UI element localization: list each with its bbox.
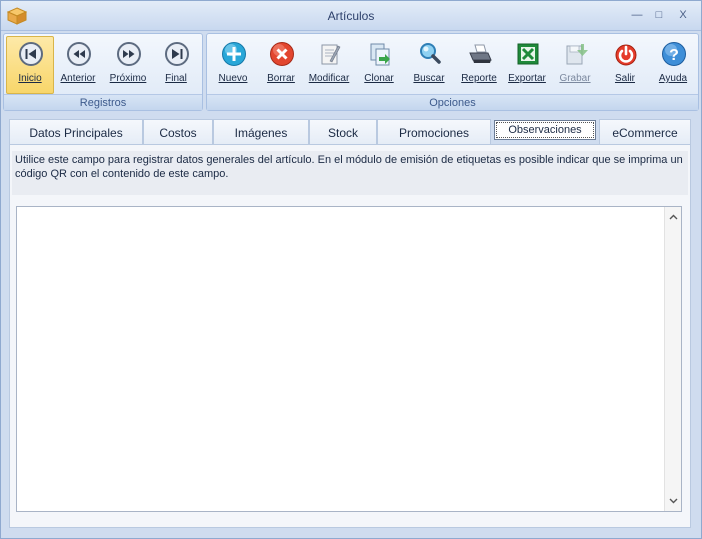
proximo-button[interactable]: Próximo <box>104 36 152 94</box>
anterior-label: Anterior <box>60 73 96 84</box>
edit-icon <box>321 44 341 65</box>
next-record-icon <box>117 42 141 66</box>
inicio-label: Inicio <box>18 73 42 84</box>
buscar-button[interactable]: Buscar <box>405 36 453 94</box>
add-icon <box>222 42 246 66</box>
final-label: Final <box>165 73 187 84</box>
reporte-label: Reporte <box>461 73 497 84</box>
modificar-label: Modificar <box>308 73 350 84</box>
observaciones-description: Utilice este campo para registrar datos … <box>12 151 688 195</box>
proximo-label: Próximo <box>109 73 147 84</box>
tab-strip: Datos Principales Costos Imágenes Stock … <box>9 119 691 145</box>
opciones-group: Nuevo Borrar Modificar Clonar Buscar Rep… <box>206 33 699 111</box>
tab-stock[interactable]: Stock <box>309 119 377 145</box>
ayuda-label: Ayuda <box>658 73 688 84</box>
salir-button[interactable]: Salir <box>601 36 649 94</box>
delete-icon <box>270 42 294 66</box>
salir-label: Salir <box>614 73 635 84</box>
nuevo-label: Nuevo <box>218 73 248 84</box>
observaciones-memo[interactable] <box>16 206 682 512</box>
title-bar[interactable]: Artículos — □ X <box>1 1 701 31</box>
save-icon <box>566 44 588 65</box>
final-button[interactable]: Final <box>152 36 200 94</box>
registros-group: Inicio Anterior Próximo Final Registros <box>3 33 203 111</box>
svg-text:?: ? <box>669 47 679 64</box>
minimize-button[interactable]: — <box>628 8 646 22</box>
articulos-window: Artículos — □ X Inicio Anterior Próximo … <box>0 0 702 539</box>
maximize-button[interactable]: □ <box>650 8 668 22</box>
printer-icon <box>469 44 492 63</box>
registros-group-label: Registros <box>4 94 202 110</box>
window-title: Artículos <box>327 9 375 23</box>
tab-ecommerce[interactable]: eCommerce <box>599 119 691 145</box>
close-button[interactable]: X <box>674 8 692 22</box>
ayuda-button[interactable]: ? Ayuda <box>649 36 697 94</box>
modificar-button[interactable]: Modificar <box>305 36 353 94</box>
search-icon <box>420 43 441 64</box>
scroll-up-icon[interactable] <box>665 209 682 226</box>
opciones-group-label: Opciones <box>207 94 698 110</box>
excel-icon <box>517 43 539 65</box>
ribbon: Inicio Anterior Próximo Final Registros … <box>3 33 699 112</box>
last-record-icon <box>165 42 189 66</box>
first-record-icon <box>19 42 43 66</box>
grabar-button[interactable]: Grabar <box>551 36 599 94</box>
buscar-label: Buscar <box>413 73 445 84</box>
tab-observaciones[interactable]: Observaciones <box>494 120 596 140</box>
tab-promociones[interactable]: Promociones <box>377 119 491 145</box>
exportar-button[interactable]: Exportar <box>503 36 551 94</box>
inicio-button[interactable]: Inicio <box>6 36 54 94</box>
power-icon <box>615 44 637 66</box>
scroll-down-icon[interactable] <box>665 492 682 509</box>
nuevo-button[interactable]: Nuevo <box>209 36 257 94</box>
previous-record-icon <box>67 42 91 66</box>
tab-datos-principales[interactable]: Datos Principales <box>9 119 143 145</box>
memo-scrollbar[interactable] <box>664 207 681 511</box>
anterior-button[interactable]: Anterior <box>54 36 102 94</box>
borrar-button[interactable]: Borrar <box>257 36 305 94</box>
tab-costos[interactable]: Costos <box>143 119 213 145</box>
clone-icon <box>370 43 390 66</box>
exportar-label: Exportar <box>508 73 546 84</box>
grabar-label: Grabar <box>559 73 591 84</box>
borrar-label: Borrar <box>267 73 295 84</box>
tab-imagenes[interactable]: Imágenes <box>213 119 309 145</box>
clonar-label: Clonar <box>364 73 394 84</box>
clonar-button[interactable]: Clonar <box>355 36 403 94</box>
help-icon: ? <box>662 42 686 66</box>
reporte-button[interactable]: Reporte <box>455 36 503 94</box>
observaciones-panel: Utilice este campo para registrar datos … <box>9 144 691 528</box>
